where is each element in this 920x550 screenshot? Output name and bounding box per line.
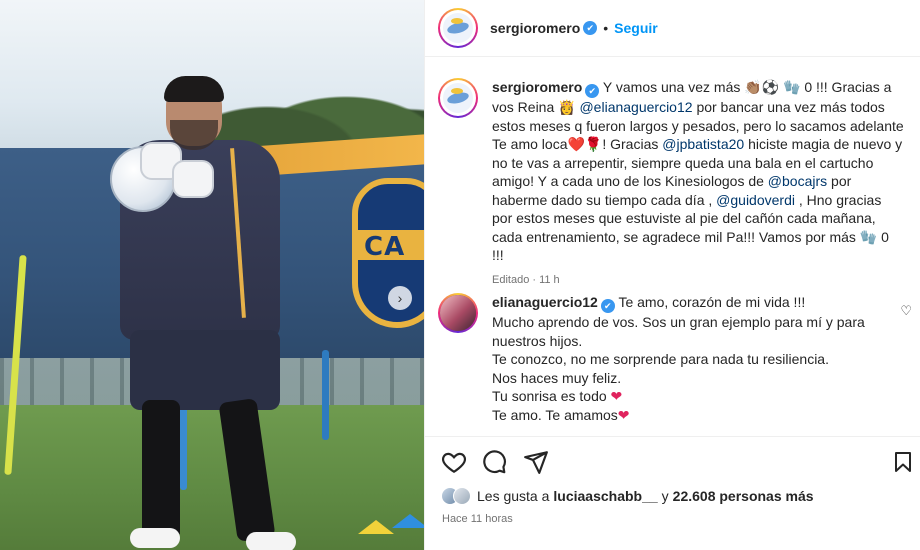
commenter-avatar[interactable] bbox=[438, 293, 478, 333]
goalkeeper-figure bbox=[96, 76, 306, 550]
mention-link[interactable]: @bocajrs bbox=[768, 173, 827, 189]
comment-icon[interactable] bbox=[481, 449, 507, 475]
comment-text: Te amo, corazón de mi vida !!! bbox=[618, 294, 806, 310]
verified-badge-icon: ✔ bbox=[585, 84, 600, 99]
mention-link[interactable]: @elianaguercio12 bbox=[579, 99, 692, 115]
author-logo-icon bbox=[443, 13, 473, 43]
carousel-next-button[interactable]: › bbox=[388, 286, 412, 310]
verified-badge-icon: ✔ bbox=[600, 299, 615, 314]
heart-emoji-icon: ❤ bbox=[610, 388, 623, 405]
author-logo-icon bbox=[443, 83, 473, 113]
comment: elianaguercio12 ✔ Te amo, corazón de mi v… bbox=[438, 293, 918, 424]
caption-username[interactable]: sergioromero bbox=[492, 79, 582, 95]
post-header: sergioromero ✔ • Seguir bbox=[425, 0, 920, 57]
bookmark-icon[interactable] bbox=[891, 449, 915, 475]
mention-link[interactable]: @guidoverdi bbox=[716, 192, 795, 208]
training-cone bbox=[392, 514, 424, 528]
commenter-photo bbox=[440, 295, 476, 331]
comment-text: Mucho aprendo de vos. Sos un gran ejempl… bbox=[492, 314, 865, 349]
liker-avatar[interactable] bbox=[453, 487, 471, 505]
comment-like-heart-icon[interactable]: ♡ bbox=[900, 303, 912, 319]
follow-button[interactable]: Seguir bbox=[614, 20, 658, 36]
likes-and: y bbox=[661, 488, 669, 504]
post-side-panel: sergioromero ✔ • Seguir sergioromero ✔ Y … bbox=[424, 0, 920, 550]
heart-icon[interactable] bbox=[441, 449, 467, 475]
heart-emoji-icon: ❤ bbox=[617, 406, 630, 423]
likes-count[interactable]: 22.608 personas más bbox=[673, 488, 814, 504]
caption-body: sergioromero ✔ Y vamos una vez más 👏🏽⚽ 🧤 … bbox=[492, 78, 904, 289]
training-pole bbox=[322, 350, 329, 440]
share-icon[interactable] bbox=[523, 449, 549, 475]
post-caption: sergioromero ✔ Y vamos una vez más 👏🏽⚽ 🧤 … bbox=[438, 78, 908, 289]
likes-prefix: Les gusta a bbox=[477, 488, 550, 504]
author-avatar[interactable] bbox=[438, 8, 478, 48]
caption-avatar[interactable] bbox=[438, 78, 478, 118]
boca-crest-text: CA bbox=[364, 232, 406, 262]
author-username[interactable]: sergioromero bbox=[490, 20, 580, 36]
separator-dot: • bbox=[603, 20, 609, 36]
post-photo: CA › bbox=[0, 0, 424, 550]
mention-link[interactable]: @jpbatista20 bbox=[662, 136, 744, 152]
comment-text: Te conozco, no me sorprende para nada tu… bbox=[492, 351, 829, 368]
comment-text: Nos haces muy feliz. bbox=[492, 369, 622, 386]
action-bar bbox=[425, 436, 920, 486]
likes-summary: Les gusta a luciaaschabb__ y 22.608 pers… bbox=[441, 487, 814, 505]
caption-meta: Editado · 11 h bbox=[492, 273, 560, 286]
commenter-username[interactable]: elianaguercio12 bbox=[492, 294, 598, 310]
liker-username[interactable]: luciaaschabb__ bbox=[553, 488, 657, 504]
chevron-right-icon: › bbox=[397, 290, 403, 306]
comment-text: Te amo. Te amamos bbox=[492, 406, 618, 423]
training-cone bbox=[358, 520, 394, 534]
comment-body: elianaguercio12 ✔ Te amo, corazón de mi v… bbox=[492, 293, 892, 424]
comment-text: Tu sonrisa es todo bbox=[492, 388, 607, 405]
verified-badge-icon: ✔ bbox=[583, 21, 598, 35]
post-timestamp[interactable]: Hace 11 horas bbox=[442, 513, 513, 525]
